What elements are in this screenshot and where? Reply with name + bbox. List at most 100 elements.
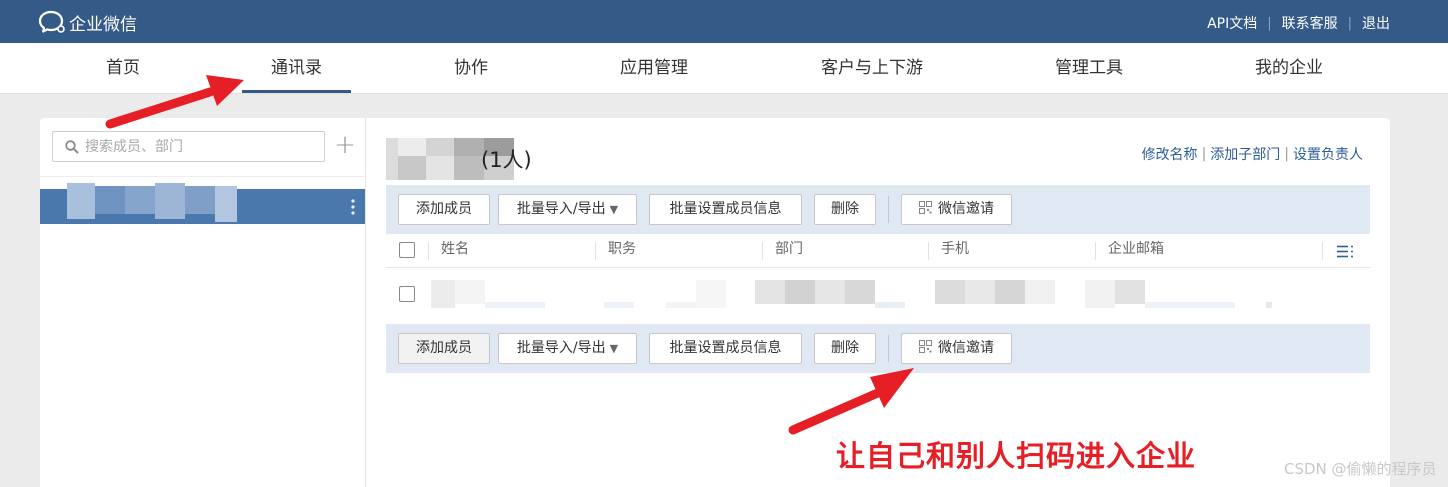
redacted-block xyxy=(386,138,398,180)
redacted-department-block xyxy=(755,280,785,304)
batch-import-export-button[interactable]: 批量导入/导出 ▼ xyxy=(498,194,637,225)
column-settings-icon[interactable] xyxy=(1337,245,1354,258)
member-count: (1人) xyxy=(481,148,532,172)
tab-customers-upstream-downstream[interactable]: 客户与上下游 xyxy=(805,43,939,94)
redacted-title-block xyxy=(604,302,634,308)
batch-set-member-info-button[interactable]: 批量设置成员信息 xyxy=(649,333,802,364)
rename-department-link[interactable]: 修改名称 xyxy=(1142,144,1198,164)
tab-app-management[interactable]: 应用管理 xyxy=(605,43,703,94)
add-department-button[interactable]: + xyxy=(334,131,356,162)
contact-support-link[interactable]: 联系客服 xyxy=(1282,13,1338,33)
redacted-department-block xyxy=(785,280,815,304)
column-separator xyxy=(428,242,429,260)
delete-button[interactable]: 删除 xyxy=(814,333,876,364)
tab-contacts[interactable]: 通讯录 xyxy=(242,43,351,94)
column-header-enterprise-email[interactable]: 企业邮箱 xyxy=(1108,234,1164,267)
caret-down-icon: ▼ xyxy=(609,342,619,355)
batch-import-export-button[interactable]: 批量导入/导出 ▼ xyxy=(498,333,637,364)
tab-home[interactable]: 首页 xyxy=(92,43,154,94)
wechat-invite-button[interactable]: 微信邀请 xyxy=(901,333,1012,364)
redacted-email-block xyxy=(1085,280,1115,308)
redacted-name-block xyxy=(185,186,215,214)
toolbar-separator xyxy=(888,335,889,362)
tab-collaboration[interactable]: 协作 xyxy=(440,43,502,94)
column-separator xyxy=(1322,242,1323,260)
redacted-department-block xyxy=(815,280,845,304)
redacted-department-block xyxy=(845,280,875,304)
set-department-head-link[interactable]: 设置负责人 xyxy=(1293,144,1363,164)
wechat-invite-label: 微信邀请 xyxy=(938,340,994,356)
department-item-selected[interactable] xyxy=(40,183,365,224)
redacted-mobile-block xyxy=(1025,280,1055,304)
divider xyxy=(40,176,365,177)
logout-link[interactable]: 退出 xyxy=(1362,13,1390,33)
toolbar-separator xyxy=(888,196,889,223)
delete-button[interactable]: 删除 xyxy=(814,194,876,225)
api-docs-link[interactable]: API文档 xyxy=(1207,13,1257,33)
more-options-icon[interactable] xyxy=(351,198,355,216)
redacted-name-block xyxy=(485,302,545,308)
redacted-block xyxy=(454,156,484,180)
redacted-block xyxy=(426,156,454,180)
redacted-department-block xyxy=(875,302,905,308)
column-separator xyxy=(928,242,929,260)
redacted-name-block xyxy=(67,183,95,219)
column-separator xyxy=(595,242,596,260)
search-input[interactable] xyxy=(85,132,321,161)
link-separator: | xyxy=(1284,146,1289,162)
logo[interactable]: 企业微信 xyxy=(38,9,137,35)
wechat-invite-button[interactable]: 微信邀请 xyxy=(901,194,1012,225)
annotation-caption: 让自己和别人扫码进入企业 xyxy=(836,439,1197,473)
add-member-button[interactable]: 添加成员 xyxy=(398,194,490,225)
redacted-name-block xyxy=(215,186,237,222)
member-toolbar-bottom: 添加成员 批量导入/导出 ▼ 批量设置成员信息 删除 微信邀请 xyxy=(386,324,1370,373)
redacted-mobile-block xyxy=(995,280,1025,304)
redacted-name-block xyxy=(125,186,155,214)
redacted-block xyxy=(426,138,454,156)
redacted-name-block xyxy=(431,280,455,308)
logo-text: 企业微信 xyxy=(69,14,137,35)
add-member-button[interactable]: 添加成员 xyxy=(398,333,490,364)
member-table-header: 姓名 职务 部门 手机 企业邮箱 xyxy=(386,234,1370,268)
redacted-block xyxy=(454,138,484,156)
column-header-title[interactable]: 职务 xyxy=(608,234,636,267)
redacted-email-block xyxy=(1266,302,1272,308)
batch-import-export-label: 批量导入/导出 xyxy=(516,340,606,356)
watermark: CSDN @偷懒的程序员 xyxy=(1284,460,1437,478)
column-header-mobile[interactable]: 手机 xyxy=(941,234,969,267)
batch-import-export-label: 批量导入/导出 xyxy=(516,201,606,217)
select-all-checkbox[interactable] xyxy=(399,242,415,258)
search-box[interactable] xyxy=(52,131,325,162)
chat-bubble-icon xyxy=(38,10,65,33)
qr-code-icon xyxy=(919,201,932,214)
qr-code-icon xyxy=(919,340,932,353)
redacted-title-block xyxy=(696,280,726,308)
caret-down-icon: ▼ xyxy=(609,203,619,216)
redacted-email-block xyxy=(1145,302,1235,308)
link-separator: | xyxy=(1347,15,1352,31)
add-subdepartment-link[interactable]: 添加子部门 xyxy=(1210,144,1280,164)
column-separator xyxy=(1095,242,1096,260)
link-separator: | xyxy=(1267,15,1272,31)
row-checkbox[interactable] xyxy=(399,286,415,302)
top-bar: 企业微信 API文档 | 联系客服 | 退出 xyxy=(0,0,1448,43)
department-tree-pane: + xyxy=(40,118,366,487)
main-nav: 首页 通讯录 协作 应用管理 客户与上下游 管理工具 我的企业 xyxy=(0,43,1448,94)
batch-set-member-info-button[interactable]: 批量设置成员信息 xyxy=(649,194,802,225)
redacted-email-block xyxy=(1115,280,1145,304)
member-toolbar-top: 添加成员 批量导入/导出 ▼ 批量设置成员信息 删除 微信邀请 xyxy=(386,185,1370,234)
redacted-title-block xyxy=(666,302,696,308)
table-row[interactable] xyxy=(386,268,1370,324)
tab-my-enterprise[interactable]: 我的企业 xyxy=(1240,43,1338,94)
redacted-block xyxy=(398,138,426,156)
column-header-department[interactable]: 部门 xyxy=(775,234,803,267)
redacted-name-block xyxy=(155,183,185,219)
redacted-block xyxy=(398,156,426,180)
column-separator xyxy=(762,242,763,260)
redacted-name-block xyxy=(455,280,485,304)
column-header-name[interactable]: 姓名 xyxy=(441,234,469,267)
top-links: API文档 | 联系客服 | 退出 xyxy=(1207,13,1390,33)
redacted-mobile-block xyxy=(935,280,965,304)
tab-management-tools[interactable]: 管理工具 xyxy=(1040,43,1138,94)
redacted-name-block xyxy=(95,186,125,214)
